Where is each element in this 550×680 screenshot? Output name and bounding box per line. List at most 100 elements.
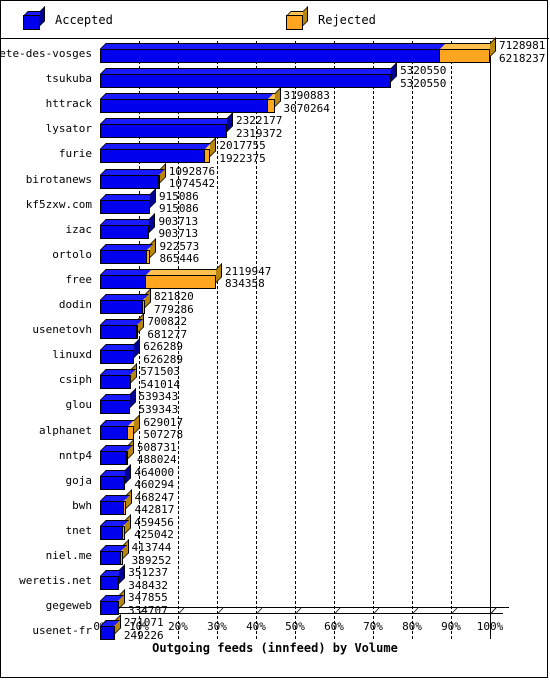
- bar-row: kf5zxw.com 915086 915086: [1, 187, 549, 217]
- category-label: tsukuba: [45, 72, 92, 86]
- chart-legend: Accepted Rejected: [1, 1, 549, 39]
- bar-value-labels: 464000 460294: [134, 466, 175, 492]
- value-accepted: 460294: [134, 478, 175, 492]
- axis-tick-label: 100%: [476, 620, 504, 633]
- value-total: 626289: [143, 340, 183, 354]
- bar-row: csiph 571503 541014: [1, 363, 549, 392]
- bar-row: izac 903713 903713: [1, 212, 549, 242]
- category-label: izac: [65, 222, 93, 236]
- bar-value-labels: 629017 507278: [143, 416, 183, 442]
- bar-row: goja 464000 460294: [1, 463, 549, 493]
- bar-value-labels: 5320550 5320550: [400, 65, 446, 90]
- axis-tick-label: 70%: [363, 620, 383, 633]
- bar-value-labels: 1092876 1074542: [168, 165, 216, 191]
- bar-row: lysator 2322177 2319372: [1, 112, 549, 141]
- bar-value-labels: 3190883 3070264: [284, 90, 330, 115]
- value-accepted: 539343: [138, 402, 179, 416]
- bar-accepted: [100, 494, 131, 515]
- bar-accepted: [100, 338, 141, 365]
- category-label: niel.me: [45, 549, 92, 562]
- bar-value-labels: 700822 681277: [147, 316, 187, 341]
- category-label: glou: [65, 398, 93, 412]
- category-label: dodin: [58, 298, 92, 311]
- value-total: 7128981: [499, 39, 546, 52]
- plot-area: bete-des-vosges 7128981 6218237 tsukuba 5320…: [0, 37, 549, 679]
- bar-accepted: [100, 369, 136, 390]
- value-accepted: 442817: [134, 503, 175, 517]
- bar-row: birotanews 1092876 1074542: [1, 162, 549, 192]
- value-accepted: 903713: [158, 227, 199, 241]
- bar-accepted: [100, 595, 125, 616]
- bar-accepted: [100, 564, 126, 591]
- bar-value-labels: 2322177 2319372: [236, 115, 282, 140]
- value-accepted: 6218237: [499, 51, 546, 65]
- category-label: bwh: [72, 498, 92, 512]
- value-total: 821820: [153, 290, 194, 303]
- bar-accepted: [100, 212, 156, 239]
- bar-row: httrack 3190883 3070264: [1, 87, 549, 116]
- bar-row: glou 539343 539343: [1, 388, 549, 417]
- value-total: 351237: [128, 566, 168, 580]
- bar-accepted: [100, 243, 154, 264]
- category-label: httrack: [45, 97, 92, 111]
- bar-row: niel.me 413744 389252: [1, 539, 549, 568]
- bar-accepted: [100, 419, 134, 440]
- bar-row: linuxd 626289 626289: [1, 338, 549, 367]
- category-label: kf5zxw.com: [25, 197, 92, 211]
- axis-tick-label: 10%: [129, 620, 149, 633]
- axis-tick-label: 20%: [168, 620, 188, 633]
- bar-row: furie 2017755 1922375: [1, 137, 549, 166]
- bar-value-labels: 413744 389252: [131, 541, 172, 567]
- bar-value-labels: 903713 903713: [158, 215, 199, 241]
- value-accepted: 488024: [136, 453, 177, 467]
- bar-accepted: [100, 463, 132, 490]
- category-label: goja: [65, 473, 93, 487]
- bar-accepted: [100, 319, 144, 340]
- axis-tick-label: 80%: [402, 620, 422, 633]
- bar-row: tnet 459456 425042: [1, 513, 549, 543]
- axis-tick-label: 50%: [285, 620, 305, 633]
- bar-row: bete-des-vosges 7128981 6218237: [0, 37, 549, 66]
- bar-accepted: [100, 268, 152, 289]
- bar-accepted: [100, 112, 233, 139]
- bar-value-labels: 508731 488024: [136, 441, 177, 467]
- bar-row: free 2119947 834358: [1, 262, 549, 292]
- x-axis: 0%10%20%30%40%50%60%70%80%90%100% Outgoi…: [1, 601, 549, 679]
- bar-row: weretis.net 351237 348432: [1, 564, 549, 593]
- bar-value-labels: 351237 348432: [128, 567, 168, 592]
- axis-tick-label: 60%: [324, 620, 344, 633]
- axis-tick-label: 90%: [441, 620, 461, 633]
- chart-window: Accepted Rejected bete-des-vosges 7128981…: [0, 0, 549, 679]
- bar-value-labels: 2119947 834358: [225, 265, 271, 291]
- bar-value-labels: 821820 779286: [153, 290, 194, 316]
- legend-label-accepted: Accepted: [55, 13, 113, 27]
- axis-tick-label: 30%: [207, 620, 227, 633]
- value-accepted: 915086: [159, 202, 199, 216]
- bar-value-labels: 922573 865446: [159, 240, 200, 266]
- bar-accepted: [100, 43, 447, 63]
- value-accepted: 3070264: [283, 101, 330, 115]
- bar-row: tsukuba 5320550 5320550: [1, 62, 549, 91]
- bar-accepted: [100, 62, 398, 89]
- bar-row: alphanet 629017 507278: [1, 413, 549, 443]
- bar-value-labels: 915086 915086: [159, 190, 199, 216]
- chart-title: Outgoing feeds (innfeed) by Volume: [152, 641, 398, 655]
- bar-value-labels: 626289 626289: [143, 341, 183, 366]
- axis-line-back: [106, 607, 509, 608]
- bar-row: dodin 821820 779286: [1, 288, 549, 317]
- bar-value-labels: 539343 539343: [139, 391, 179, 416]
- category-label: usenetovh: [32, 323, 92, 337]
- category-label: free: [65, 272, 93, 286]
- category-label: ortolo: [52, 247, 92, 261]
- value-total: 413744: [131, 541, 172, 554]
- legend-swatch-accepted: [23, 5, 45, 30]
- category-label: linuxd: [52, 348, 92, 362]
- bar-value-labels: 571503 541014: [140, 366, 180, 391]
- category-label: weretis.net: [19, 574, 92, 588]
- value-total: 5320550: [400, 64, 447, 78]
- value-accepted: 1074542: [168, 177, 216, 190]
- bar-value-labels: 2017755 1922375: [219, 140, 265, 165]
- bar-value-labels: 459456 425042: [134, 516, 174, 542]
- value-accepted: 865446: [159, 252, 200, 266]
- bar-row: usenetovh 700822 681277: [1, 313, 549, 342]
